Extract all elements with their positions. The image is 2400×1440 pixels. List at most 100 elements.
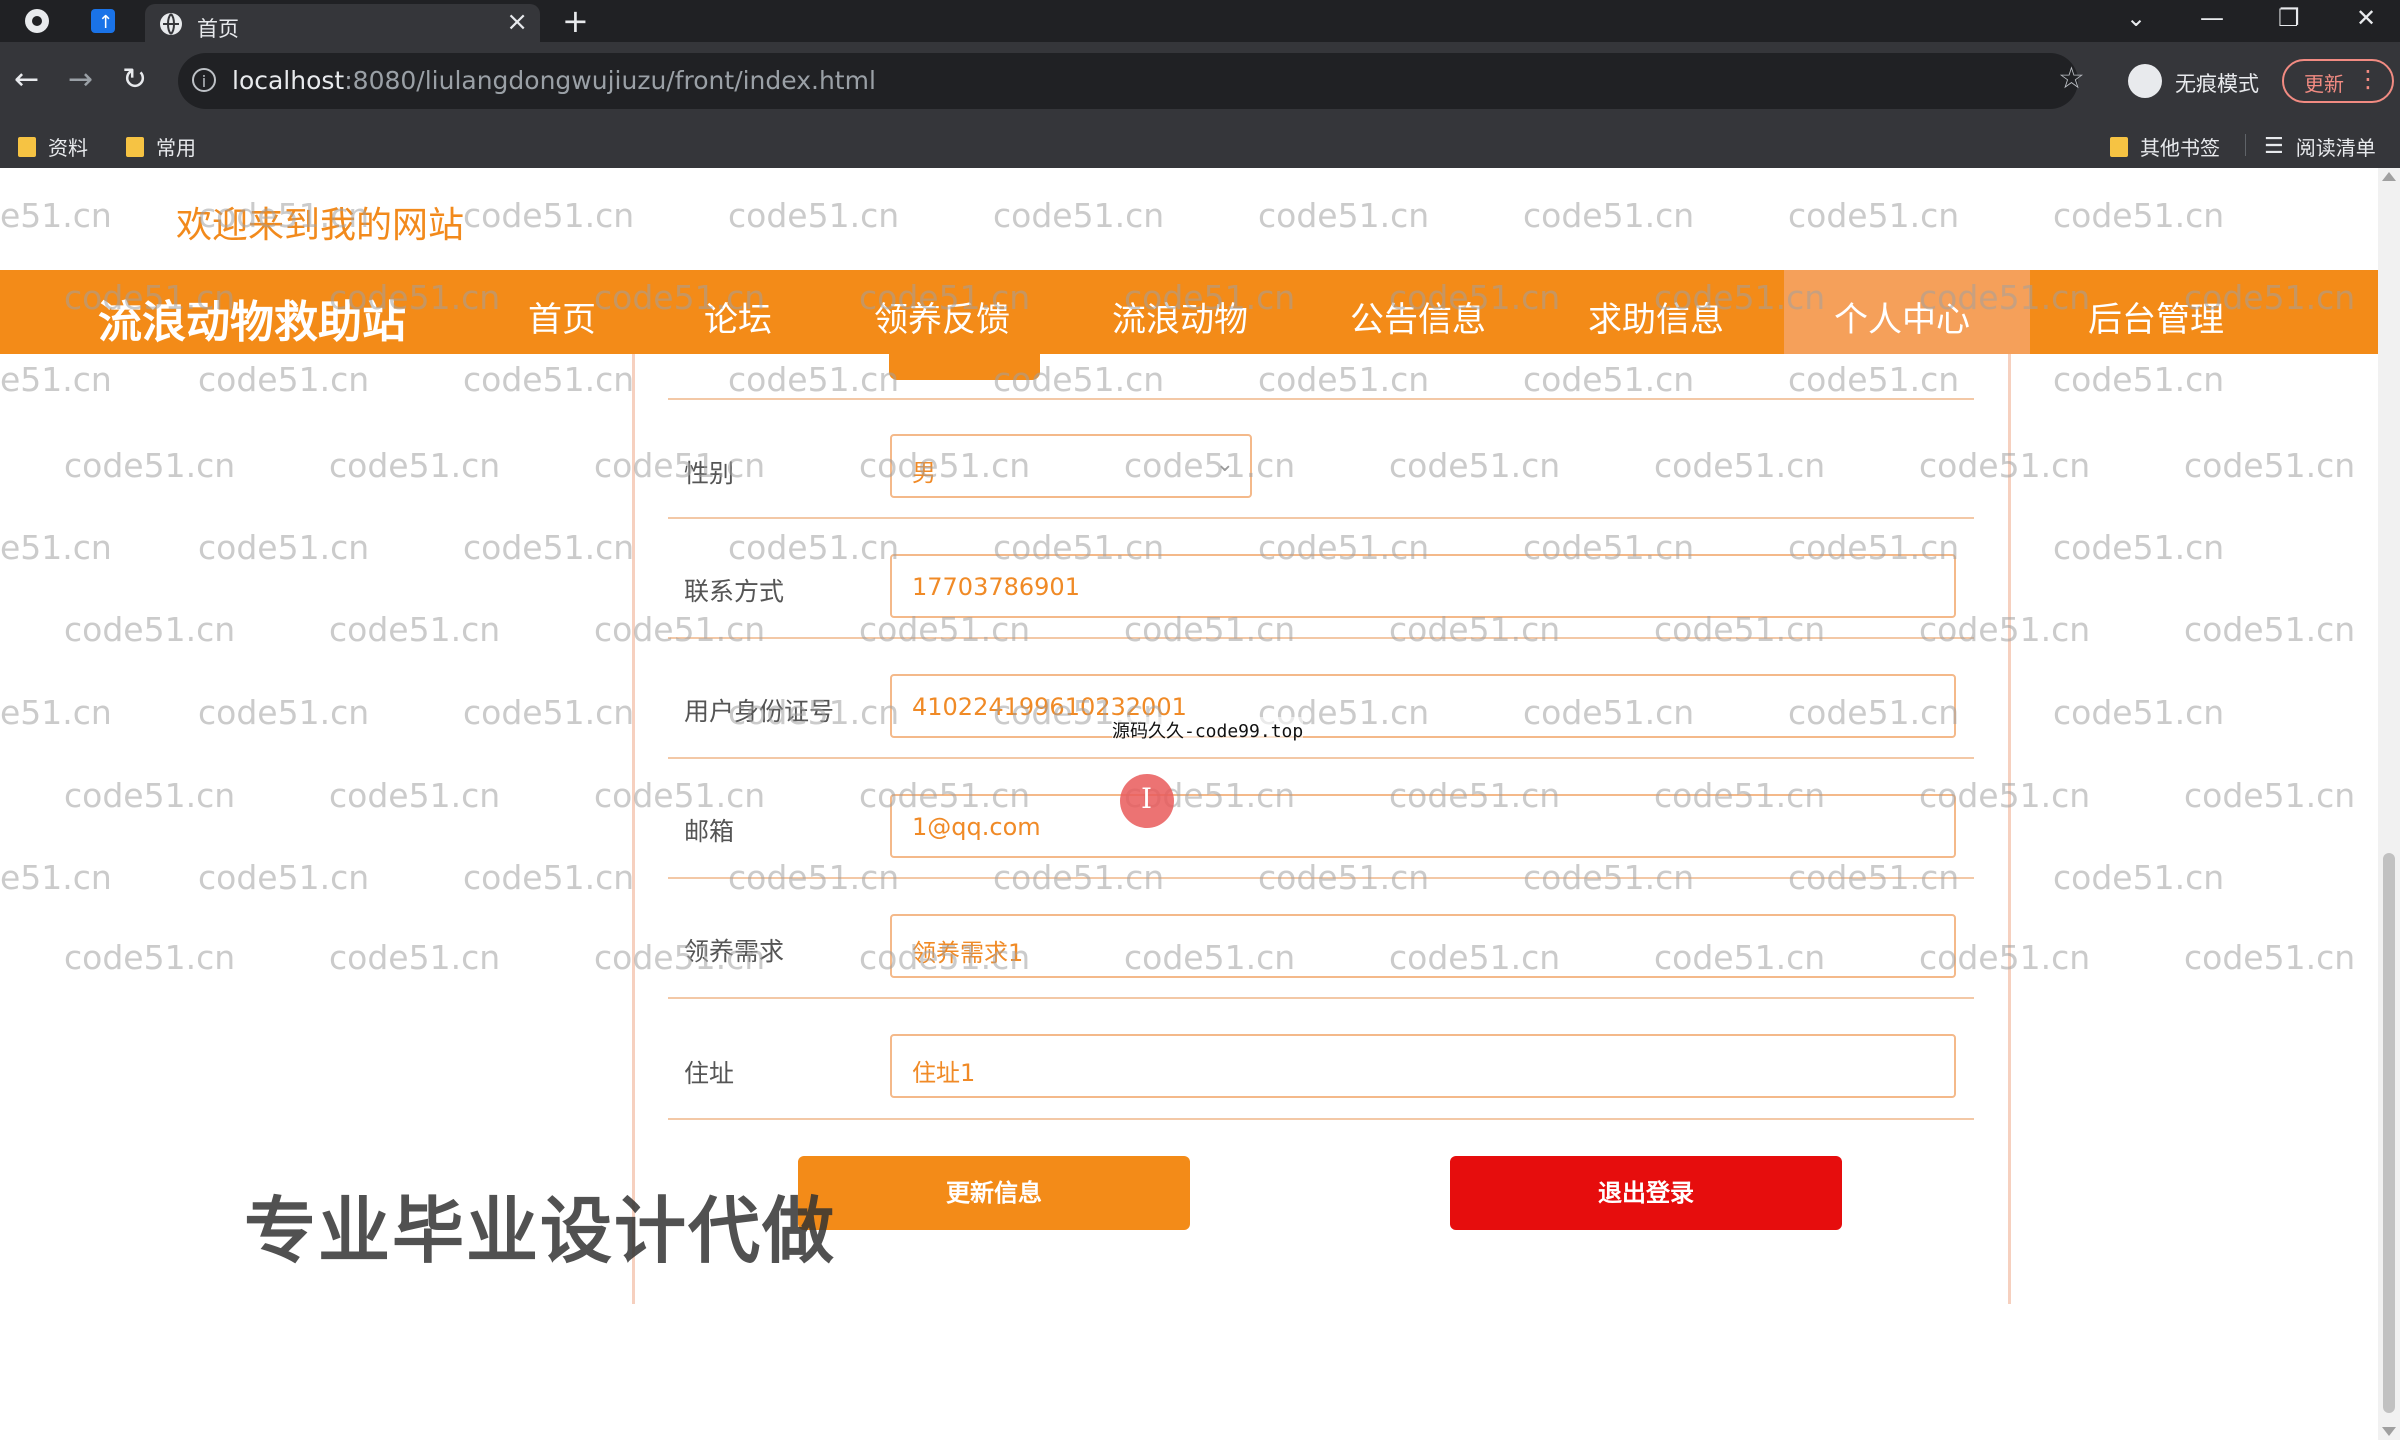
restore-icon[interactable]: ❐ — [2278, 2, 2300, 34]
watermark-text: code51.cn — [64, 776, 236, 815]
phone-label: 联系方式 — [684, 577, 785, 606]
close-window-icon[interactable]: ✕ — [2356, 2, 2376, 34]
watermark-text: code51.cn — [859, 938, 1031, 977]
watermark-text: code51.cn — [1389, 776, 1561, 815]
watermark-text: code51.cn — [1788, 196, 1960, 235]
watermark-text: code51.cn — [728, 528, 900, 567]
watermark-text: code51.cn — [1788, 858, 1960, 897]
other-bookmarks[interactable]: 其他书签 — [2110, 132, 2220, 161]
logout-button[interactable]: 退出登录 — [1450, 1156, 1842, 1230]
globe-icon — [160, 13, 182, 35]
watermark-text: code51.cn — [859, 610, 1031, 649]
scroll-up-icon[interactable] — [2382, 172, 2396, 181]
page-scrollbar[interactable] — [2378, 168, 2400, 1440]
chrome-logo-icon[interactable] — [24, 8, 50, 34]
address-bar[interactable]: i localhost:8080/liulangdongwujiuzu/fron… — [178, 53, 2085, 109]
promo-overlay-text: 专业毕业设计代做 — [244, 1189, 837, 1273]
menu-icon[interactable]: ⋮ — [2356, 65, 2380, 93]
row-divider — [668, 1118, 1974, 1120]
bookmark-star-icon[interactable]: ☆ — [2058, 61, 2085, 96]
watermark-text: code51.cn — [728, 196, 900, 235]
watermark-text: code51.cn — [1258, 858, 1430, 897]
watermark-text: code51.cn — [594, 446, 766, 485]
watermark-text: code51.cn — [463, 528, 635, 567]
watermark-text: code51.cn — [1919, 938, 2091, 977]
scroll-thumb[interactable] — [2383, 853, 2395, 1413]
watermark-text: code51.cn — [463, 196, 635, 235]
watermark-text: e51.cn — [0, 528, 112, 567]
watermark-text: code51.cn — [1523, 693, 1695, 732]
panel-border-right — [2008, 354, 2011, 1304]
scroll-down-icon[interactable] — [2382, 1427, 2396, 1436]
browser-tab-bar: ↑ 首页 × + ⌄ — ❐ ✕ — [0, 0, 2400, 42]
watermark-text: code51.cn — [993, 858, 1165, 897]
new-tab-button[interactable]: + — [562, 4, 589, 38]
watermark-text: code51.cn — [1523, 360, 1695, 399]
watermark-text: code51.cn — [2053, 858, 2225, 897]
watermark-text: code51.cn — [329, 610, 501, 649]
page-viewport: 欢迎来到我的网站 流浪动物救助站 首页 论坛 领养反馈 流浪动物 公告信息 求助… — [0, 168, 2378, 1440]
watermark-text: code51.cn — [1389, 446, 1561, 485]
watermark-text: code51.cn — [1919, 446, 2091, 485]
watermark-text: code51.cn — [1523, 196, 1695, 235]
overlay-source-tag: 源码久久-code99.top — [1112, 717, 1304, 743]
panel-border-left — [632, 354, 635, 1304]
watermark-text: code51.cn — [594, 938, 766, 977]
browser-toolbar: ← → ↻ i localhost:8080/liulangdongwujiuz… — [0, 42, 2400, 120]
reload-icon[interactable]: ↻ — [122, 60, 147, 100]
watermark-text: code51.cn — [1788, 693, 1960, 732]
watermark-text: code51.cn — [2184, 610, 2356, 649]
watermark-text: code51.cn — [2053, 196, 2225, 235]
back-icon[interactable]: ← — [14, 60, 39, 100]
watermark-text: code51.cn — [198, 858, 370, 897]
watermark-text: code51.cn — [2053, 360, 2225, 399]
tab-title: 首页 — [197, 17, 239, 41]
watermark-text: code51.cn — [1124, 610, 1296, 649]
email-label: 邮箱 — [684, 817, 735, 846]
watermark-text: code51.cn — [2184, 776, 2356, 815]
watermark-text: code51.cn — [1124, 278, 1296, 317]
watermark-text: code51.cn — [1788, 528, 1960, 567]
text-cursor-icon: I — [1141, 782, 1153, 815]
watermark-text: code51.cn — [1654, 278, 1826, 317]
address-field[interactable]: 住址1 — [890, 1034, 1956, 1098]
watermark-text: code51.cn — [1788, 360, 1960, 399]
folder-icon — [2110, 136, 2128, 157]
watermark-text: code51.cn — [2184, 278, 2356, 317]
watermark-text: code51.cn — [993, 360, 1165, 399]
tab-search-icon[interactable]: ⌄ — [2126, 2, 2146, 34]
watermark-text: code51.cn — [993, 528, 1165, 567]
site-info-icon[interactable]: i — [192, 68, 216, 92]
folder-icon — [18, 136, 36, 157]
watermark-text: e51.cn — [0, 858, 112, 897]
row-divider — [668, 517, 1974, 519]
bookmark-folder-changyong[interactable]: 常用 — [126, 132, 196, 161]
nav-home[interactable]: 首页 — [528, 292, 596, 341]
watermark-text: code51.cn — [859, 776, 1031, 815]
minimize-icon[interactable]: — — [2200, 2, 2224, 34]
watermark-text: code51.cn — [198, 528, 370, 567]
reading-list[interactable]: ☰ 阅读清单 — [2264, 132, 2376, 161]
row-divider — [668, 997, 1974, 999]
svg-text:↑: ↑ — [98, 12, 113, 33]
watermark-text: code51.cn — [1124, 446, 1296, 485]
incognito-label: 无痕模式 — [2175, 72, 2259, 96]
watermark-text: code51.cn — [329, 446, 501, 485]
active-tab[interactable]: 首页 × — [145, 4, 540, 42]
update-info-button[interactable]: 更新信息 — [798, 1156, 1190, 1230]
update-button[interactable]: 更新 ⋮ — [2282, 59, 2394, 103]
watermark-text: code51.cn — [1389, 278, 1561, 317]
watermark-text: code51.cn — [1654, 446, 1826, 485]
watermark-text: code51.cn — [64, 278, 236, 317]
close-tab-icon[interactable]: × — [506, 8, 528, 36]
watermark-text: code51.cn — [1258, 360, 1430, 399]
address-label: 住址 — [684, 1059, 735, 1088]
watermark-text: code51.cn — [64, 446, 236, 485]
bookmark-folder-ziliao[interactable]: 资料 — [18, 132, 88, 161]
watermark-text: code51.cn — [1919, 610, 2091, 649]
watermark-text: e51.cn — [0, 693, 112, 732]
app-favicon-icon[interactable]: ↑ — [90, 8, 116, 34]
forward-icon[interactable]: → — [68, 60, 93, 100]
watermark-text: code51.cn — [1654, 938, 1826, 977]
watermark-text: code51.cn — [329, 278, 501, 317]
